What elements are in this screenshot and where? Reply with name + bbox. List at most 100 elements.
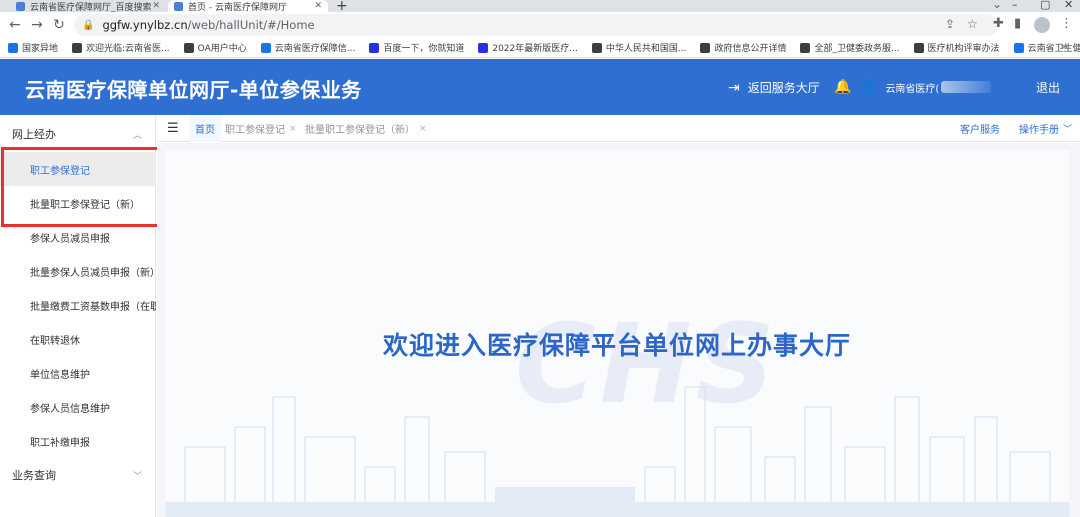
- page-tab-employee-register[interactable]: 职工参保登记 ×: [225, 115, 297, 142]
- back-to-hall-label: 返回服务大厅: [747, 81, 820, 95]
- bookmark-label: OA用户中心: [197, 44, 247, 54]
- bookmark-favicon-icon: [913, 42, 924, 53]
- bookmark-favicon-icon: [591, 42, 602, 53]
- user-menu[interactable]: 👤 云南省医疗(: [860, 79, 992, 95]
- sidebar-group-online[interactable]: 网上经办 ︿: [0, 116, 156, 152]
- bookmark-favicon-icon: [8, 42, 18, 53]
- bookmark-favicon-icon: [369, 42, 380, 53]
- sidebar-item-back-pay[interactable]: 职工补缴申报: [0, 424, 156, 458]
- page-tab-label: 职工参保登记: [225, 125, 285, 136]
- minimize-icon[interactable]: –: [1012, 0, 1018, 11]
- close-window-icon[interactable]: ✕: [1064, 0, 1073, 11]
- bookmark-item[interactable]: 百度一下，你就知道: [369, 41, 464, 54]
- sidebar-item-label: 批量参保人员减员申报（新）: [30, 267, 156, 279]
- sidebar-item-batch-register[interactable]: 批量职工参保登记（新）: [0, 186, 156, 220]
- lock-icon[interactable]: 🔒: [82, 20, 94, 31]
- page-tab-label: 批量职工参保登记（新）: [305, 125, 415, 136]
- sidebar-item-unit-info[interactable]: 单位信息维护: [0, 356, 156, 390]
- sidebar-group-label: 网上经办: [12, 128, 56, 141]
- bookmarks-overflow-icon[interactable]: »: [1061, 40, 1068, 53]
- back-icon[interactable]: ←: [6, 16, 24, 34]
- welcome-heading: 欢迎进入医疗保障平台单位网上办事大厅: [382, 331, 851, 360]
- sidebar-item-person-info[interactable]: 参保人员信息维护: [0, 390, 156, 424]
- main-content: CHS 欢迎进入医疗保障平台单位网上办事大厅: [157, 143, 1080, 517]
- sidebar-group-label: 业务查询: [12, 469, 56, 482]
- bookmark-label: 中华人民共和国国...: [605, 44, 687, 54]
- exit-door-icon: ⇥: [728, 79, 740, 96]
- app-header: 云南医疗保障单位网厅-单位参保业务 ⇥ 返回服务大厅 🔔 👤 云南省医疗( 退出: [0, 59, 1080, 115]
- page-tab-home[interactable]: 首页: [189, 115, 221, 142]
- bookmark-label: 全部_卫健委政务服...: [814, 44, 900, 54]
- bookmark-favicon-icon: [1013, 42, 1024, 53]
- url-host: ggfw.ynylbz.cn: [102, 18, 188, 32]
- manual-label: 操作手册: [1019, 125, 1059, 136]
- welcome-panel: CHS 欢迎进入医疗保障平台单位网上办事大厅: [165, 150, 1069, 517]
- sidebar-item-batch-reduce[interactable]: 批量参保人员减员申报（新）: [0, 254, 156, 288]
- sidebar-item-label: 单位信息维护: [30, 369, 90, 381]
- bookmark-star-icon[interactable]: ☆: [967, 17, 978, 31]
- profile-avatar-icon[interactable]: [1034, 17, 1050, 33]
- sidebar-item-retire[interactable]: 在职转退休: [0, 322, 156, 356]
- chrome-menu-icon[interactable]: ⋮: [1060, 16, 1073, 31]
- bookmark-item[interactable]: 欢迎光临:云南省医...: [72, 41, 170, 54]
- browser-tab-title: 首页 - 云南医疗保障网厅: [188, 2, 287, 13]
- menu-toggle-icon[interactable]: ☰: [167, 121, 179, 136]
- reload-icon[interactable]: ↻: [50, 16, 68, 34]
- browser-tab-strip: 云南省医疗保障网厅_百度搜索 ✕ 首页 - 云南医疗保障网厅 ✕ + ⌄ – ▢…: [0, 0, 1080, 14]
- user-name: 云南省医疗(: [885, 83, 940, 95]
- browser-tab-home[interactable]: 首页 - 云南医疗保障网厅 ✕: [168, 0, 328, 12]
- sidebar-item-batch-wage-base[interactable]: 批量缴费工资基数申报（在职: [0, 288, 156, 322]
- bookmark-label: 国家异地: [22, 44, 59, 54]
- page-tab-batch-register[interactable]: 批量职工参保登记（新） ×: [305, 115, 427, 142]
- bookmark-item[interactable]: 医疗机构评审办法: [913, 41, 1000, 54]
- user-icon: 👤: [860, 79, 878, 95]
- sidebar-item-label: 批量职工参保登记（新）: [30, 199, 140, 211]
- baidu-favicon-icon: [16, 1, 25, 11]
- notification-bell-button[interactable]: 🔔: [834, 79, 859, 95]
- close-icon[interactable]: ×: [289, 124, 297, 134]
- bookmark-item[interactable]: 2022年最新版医疗...: [478, 41, 578, 54]
- forward-icon[interactable]: →: [28, 16, 46, 34]
- bookmark-favicon-icon: [800, 42, 811, 53]
- bookmark-favicon-icon: [260, 42, 271, 53]
- tab-search-icon[interactable]: ⌄: [992, 0, 1002, 11]
- share-icon[interactable]: ⇪: [945, 17, 955, 31]
- close-icon[interactable]: ×: [419, 124, 427, 134]
- bookmark-label: 云南省医疗保障信...: [274, 44, 356, 54]
- sidebar-item-employee-register[interactable]: 职工参保登记: [0, 152, 156, 186]
- sidebar-item-label: 参保人员减员申报: [30, 233, 110, 245]
- bookmark-item[interactable]: OA用户中心: [183, 41, 247, 54]
- close-tab-icon[interactable]: ✕: [314, 1, 322, 11]
- bookmark-item[interactable]: 全部_卫健委政务服...: [800, 41, 900, 54]
- bookmark-item[interactable]: 中华人民共和国国...: [591, 41, 687, 54]
- maximize-icon[interactable]: ▢: [1040, 0, 1050, 11]
- bookmark-item[interactable]: 国家异地: [8, 41, 58, 54]
- bookmark-item[interactable]: 云南省医疗保障信...: [260, 41, 356, 54]
- manual-link[interactable]: 操作手册 ﹀: [1019, 115, 1072, 142]
- bookmark-favicon-icon: [72, 42, 83, 53]
- sidebar-item-label: 批量缴费工资基数申报（在职: [30, 301, 156, 313]
- bookmark-label: 百度一下，你就知道: [383, 44, 465, 54]
- sidebar-item-label: 职工参保登记: [30, 165, 90, 177]
- customer-service-link[interactable]: 客户服务: [960, 115, 1000, 142]
- address-bar[interactable]: 🔒 ggfw.ynylbz.cn/web/hallUnit/#/Home: [74, 14, 998, 36]
- bookmark-item[interactable]: 云南省卫生健康委...: [1013, 41, 1080, 54]
- sidebar-item-label: 职工补缴申报: [30, 437, 90, 449]
- side-panel-icon[interactable]: ▮: [1014, 16, 1021, 31]
- bookmark-item[interactable]: 政府信息公开详情: [700, 41, 786, 54]
- bookmark-label: 2022年最新版医疗...: [492, 44, 578, 54]
- sidebar-item-reduce[interactable]: 参保人员减员申报: [0, 220, 156, 254]
- browser-toolbar: ← → ↻ 🔒 ggfw.ynylbz.cn/web/hallUnit/#/Ho…: [0, 12, 1080, 38]
- sidebar: 网上经办 ︿ 职工参保登记 批量职工参保登记（新） 参保人员减员申报 批量参保人…: [0, 115, 156, 517]
- bookmark-label: 云南省卫生健康委...: [1027, 44, 1080, 54]
- app-title: 云南医疗保障单位网厅-单位参保业务: [25, 78, 362, 102]
- url-path: /web/hallUnit/#/Home: [187, 18, 315, 32]
- page-tabs-bar: ☰ 首页 职工参保登记 × 批量职工参保登记（新） × 客户服务 操作手册 ﹀: [157, 115, 1080, 142]
- back-to-hall-button[interactable]: ⇥ 返回服务大厅: [728, 79, 820, 96]
- extensions-icon[interactable]: ✚: [993, 16, 1004, 31]
- sidebar-group-query[interactable]: 业务查询 ﹀: [0, 457, 156, 493]
- logout-button[interactable]: 退出: [1036, 79, 1060, 96]
- chevron-up-icon: ︿: [132, 130, 142, 141]
- browser-tab-baidu[interactable]: 云南省医疗保障网厅_百度搜索 ✕: [10, 0, 166, 12]
- close-tab-icon[interactable]: ✕: [152, 1, 160, 11]
